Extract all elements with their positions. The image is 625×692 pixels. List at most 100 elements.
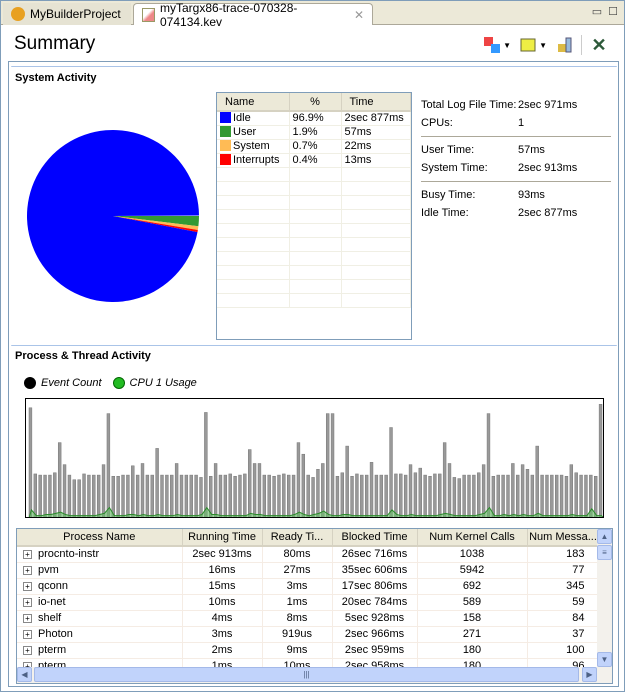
table-row[interactable]: + io-net 10ms 1ms 20sec 784ms 589 59 [17, 594, 600, 611]
close-tab-icon[interactable]: ✕ [354, 8, 364, 22]
event-count-bar [116, 475, 120, 517]
info-value: 2sec 877ms [518, 207, 578, 219]
tab-trace-file[interactable]: myTargx86-trace-070328-074134.kev ✕ [133, 1, 373, 29]
event-count-bar [121, 474, 125, 517]
page-title: Summary [14, 33, 96, 54]
event-count-bar [106, 413, 111, 517]
display-icon[interactable] [483, 36, 501, 54]
close-x-icon[interactable]: ✕ [590, 35, 608, 55]
event-count-bar [345, 445, 349, 517]
column-header-name[interactable]: Name [217, 93, 290, 112]
table-row[interactable]: + shelf 4ms 8ms 5sec 928ms 158 84 [17, 610, 600, 627]
editor-window: MyBuilderProject myTargx86-trace-070328-… [0, 0, 625, 692]
maximize-icon[interactable]: ☐ [608, 5, 618, 18]
table-row[interactable]: User 1.9% 57ms [217, 125, 411, 140]
chevron-down-icon[interactable]: ▼ [539, 41, 547, 50]
event-count-bar [457, 478, 461, 517]
info-row: User Time: 57ms [421, 141, 611, 159]
column-header[interactable]: Num Kernel Calls [417, 529, 528, 547]
cell: 3ms [262, 578, 333, 595]
column-header[interactable]: Process Name [17, 529, 183, 547]
event-count-bar [262, 474, 267, 517]
event-count-bar [155, 448, 159, 517]
event-count-bar [101, 464, 106, 517]
column-header[interactable]: Running Time [182, 529, 263, 547]
info-label: Total Log File Time: [421, 99, 517, 111]
cell: 271 [417, 626, 528, 643]
horizontal-scrollbar[interactable]: ◀ ||| ▶ [17, 667, 612, 683]
color-swatch [220, 140, 231, 151]
table-row[interactable]: + qconn 15ms 3ms 17sec 806ms 692 345 [17, 578, 600, 595]
event-count-bar [462, 474, 466, 517]
cell: 180 [417, 642, 528, 659]
switch-pane-icon[interactable] [519, 36, 537, 54]
cell: 919us [262, 626, 333, 643]
scroll-thumb[interactable]: ||| [34, 667, 579, 682]
event-count-bar [96, 474, 101, 517]
expand-icon[interactable]: + [23, 566, 32, 575]
chevron-down-icon[interactable]: ▼ [503, 41, 511, 50]
table-row[interactable]: + procnto-instr 2sec 913ms 80ms 26sec 716ms 1… [17, 546, 600, 563]
table-row[interactable]: + Photon 3ms 919us 2sec 966ms 271 37 [17, 626, 600, 643]
info-label: Busy Time: [421, 189, 476, 201]
trace-file-icon [142, 7, 155, 22]
expand-icon[interactable]: + [23, 630, 32, 639]
column-header-pct[interactable]: % [289, 93, 342, 112]
scroll-right-button[interactable]: ▶ [582, 667, 597, 682]
cell: 1038 [417, 546, 528, 563]
process-name: shelf [38, 612, 62, 624]
event-count-bar [131, 465, 135, 517]
column-header-time[interactable]: Time [341, 93, 411, 112]
cell: 35sec 606ms [332, 562, 418, 579]
expand-icon[interactable]: + [23, 598, 32, 607]
event-count-bar [272, 475, 276, 517]
event-count-bar [228, 473, 232, 517]
expand-icon[interactable]: + [23, 614, 32, 623]
system-activity-table: Name % Time Idle 96.9% 2sec 877ms User 1.9% 5… [216, 92, 412, 340]
event-count-bar [574, 472, 578, 517]
event-count-bar [579, 474, 583, 517]
activity-chart [25, 398, 604, 518]
minimize-icon[interactable]: ▭ [592, 5, 602, 18]
lock-icon[interactable] [555, 36, 573, 54]
event-count-bar [62, 464, 67, 517]
system-activity-pie [27, 129, 199, 302]
table-row[interactable]: + pvm 16ms 27ms 35sec 606ms 5942 77 [17, 562, 600, 579]
row-time: 57ms [341, 125, 411, 140]
table-row[interactable]: Idle 96.9% 2sec 877ms [217, 111, 411, 126]
event-count-bar [340, 472, 344, 517]
vertical-scrollbar[interactable]: ▲ ≡ ▼ [597, 529, 612, 669]
table-row[interactable]: Interrupts 0.4% 13ms [217, 153, 411, 168]
scroll-down-button[interactable]: ▼ [597, 652, 612, 667]
section-divider [11, 66, 617, 68]
cell: 4ms [182, 610, 263, 627]
expand-icon[interactable]: + [23, 646, 32, 655]
event-count-bar [472, 474, 476, 517]
event-count-bar [150, 474, 154, 517]
event-count-bar [447, 463, 452, 517]
column-header[interactable]: Ready Ti... [262, 529, 333, 547]
row-pct: 96.9% [289, 111, 342, 126]
expand-icon[interactable]: + [23, 582, 32, 591]
event-count-bar [199, 477, 203, 517]
scroll-thumb[interactable]: ≡ [597, 545, 612, 560]
event-count-bar [179, 474, 184, 517]
table-row[interactable]: + pterm 2ms 9ms 2sec 959ms 180 100 [17, 642, 600, 659]
cell: 5sec 928ms [332, 610, 418, 627]
info-label: System Time: [421, 162, 488, 174]
event-count-bar [267, 474, 271, 517]
cell: 59 [527, 594, 600, 611]
process-name: pvm [38, 564, 59, 576]
expand-icon[interactable]: + [23, 550, 32, 560]
tab-mybuilderproject[interactable]: MyBuilderProject [3, 3, 131, 25]
column-header[interactable]: Blocked Time [332, 529, 418, 547]
column-header[interactable]: Num Messa... [527, 529, 600, 547]
event-count-bar [559, 474, 564, 517]
scroll-up-button[interactable]: ▲ [597, 529, 612, 544]
table-row[interactable]: System 0.7% 22ms [217, 139, 411, 154]
scroll-left-button[interactable]: ◀ [17, 667, 32, 682]
empty-row [217, 265, 411, 280]
event-count-bar [218, 474, 223, 517]
event-count-bar [184, 474, 189, 517]
empty-row [217, 209, 411, 224]
